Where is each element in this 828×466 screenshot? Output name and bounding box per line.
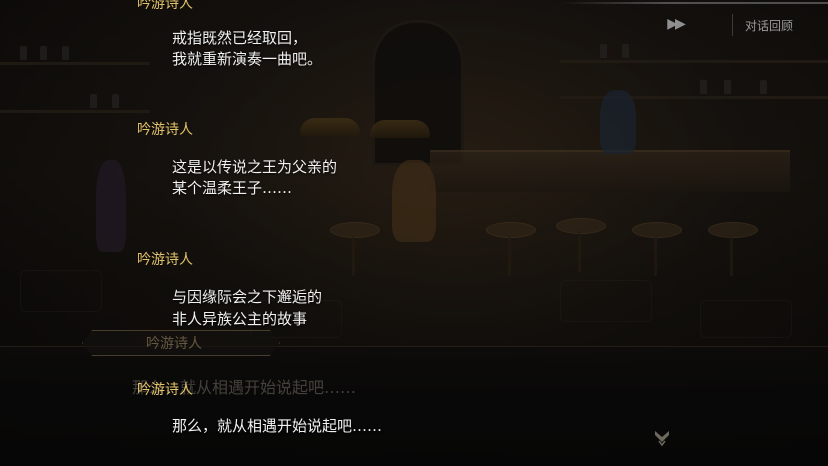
log-entry-3-speaker: 吟游诗人: [137, 252, 193, 268]
top-bar-divider: [560, 2, 828, 4]
fast-forward-icon: ▶▶: [667, 16, 685, 32]
log-entry-2-line-2: 某个温柔王子……: [172, 179, 293, 197]
game-screen[interactable]: 吟游诗人 那么，就从相遇开始说起吧…… ▶▶ 对话回顾 吟游诗人 戒指既然已经取…: [0, 0, 828, 466]
chevron-down-crest-icon[interactable]: [652, 427, 672, 447]
log-entry-3-line-1: 与因缘际会之下邂逅的: [172, 288, 323, 306]
log-entry-4-speaker: 吟游诗人: [137, 382, 193, 398]
log-entry-1-line-1: 戒指既然已经取回，: [172, 29, 308, 47]
log-entry-2-line-1: 这是以传说之王为父亲的: [172, 158, 338, 176]
log-entry-1-speaker: 吟游诗人: [137, 0, 193, 12]
dialog-box-background: [0, 346, 828, 466]
dialogue-review-button[interactable]: 对话回顾: [732, 14, 805, 36]
log-entry-3-line-2: 非人异族公主的故事: [172, 310, 308, 328]
auto-play-button[interactable]: ▶▶: [660, 14, 690, 34]
log-entry-2-speaker: 吟游诗人: [137, 122, 193, 138]
log-entry-4-line-1: 那么，就从相遇开始说起吧……: [172, 417, 383, 435]
nameplate-speaker: 吟游诗人: [146, 336, 202, 352]
dialogue-review-label: 对话回顾: [744, 18, 793, 33]
log-entry-1-line-2: 我就重新演奏一曲吧。: [172, 50, 323, 68]
